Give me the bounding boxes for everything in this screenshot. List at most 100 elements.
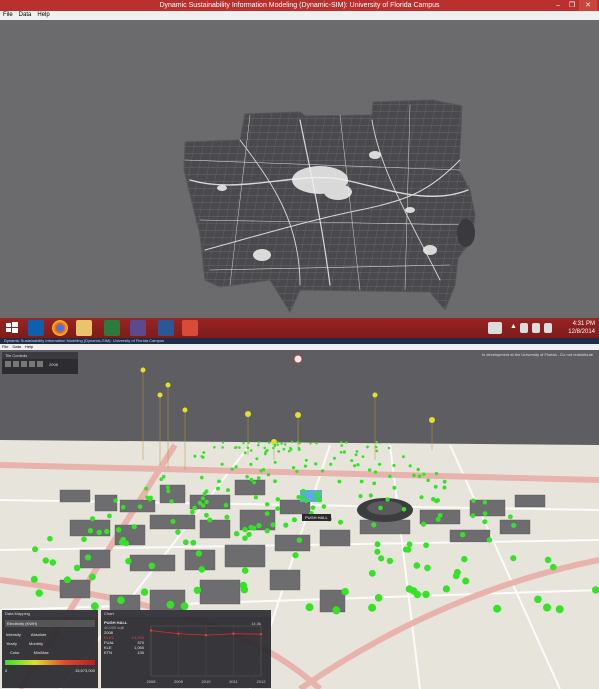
building-energy-marker[interactable]: [402, 546, 409, 553]
building-energy-marker[interactable]: [462, 577, 470, 585]
building-energy-marker[interactable]: [242, 535, 248, 541]
windows-start-icon[interactable]: [4, 320, 20, 336]
building-energy-marker[interactable]: [243, 451, 247, 455]
building-energy-marker[interactable]: [90, 602, 99, 611]
building-energy-marker[interactable]: [534, 595, 542, 604]
building-energy-marker[interactable]: [202, 451, 206, 454]
building-energy-marker[interactable]: [247, 441, 250, 444]
building-energy-marker[interactable]: [422, 472, 426, 476]
building-energy-marker[interactable]: [486, 537, 493, 543]
building-energy-marker[interactable]: [90, 516, 95, 522]
building-energy-marker[interactable]: [423, 542, 429, 549]
building-energy-marker[interactable]: [377, 462, 382, 466]
building-energy-marker[interactable]: [291, 466, 296, 470]
building-energy-marker[interactable]: [555, 605, 564, 614]
building-energy-marker[interactable]: [329, 462, 333, 466]
building-energy-marker[interactable]: [282, 447, 286, 451]
building-energy-marker[interactable]: [200, 503, 206, 508]
building-energy-marker[interactable]: [195, 550, 202, 557]
building-energy-marker[interactable]: [104, 528, 110, 535]
building-energy-marker[interactable]: [192, 505, 197, 511]
building-energy-marker[interactable]: [49, 559, 56, 566]
building-energy-marker[interactable]: [266, 473, 271, 477]
building-energy-marker[interactable]: [73, 564, 81, 572]
metric-select[interactable]: Electricity (KWH): [5, 620, 95, 627]
building-energy-marker[interactable]: [249, 449, 253, 452]
building-energy-marker[interactable]: [424, 564, 431, 572]
building-energy-marker[interactable]: [273, 443, 276, 446]
building-energy-marker[interactable]: [482, 519, 488, 525]
building-energy-marker[interactable]: [276, 441, 279, 444]
building-energy-marker[interactable]: [314, 462, 318, 466]
building-energy-marker[interactable]: [276, 443, 279, 446]
building-energy-marker[interactable]: [433, 484, 438, 489]
absolute-radio[interactable]: Absolute: [31, 632, 47, 637]
building-energy-marker[interactable]: [257, 441, 261, 444]
building-energy-marker[interactable]: [511, 522, 517, 528]
building-energy-marker[interactable]: [508, 514, 513, 520]
building-energy-marker[interactable]: [368, 569, 376, 577]
campus-3d-viewport[interactable]: In development at the University of Flor…: [0, 350, 599, 689]
building-energy-marker[interactable]: [221, 446, 224, 449]
building-energy-marker[interactable]: [233, 531, 240, 537]
building-energy-marker[interactable]: [359, 479, 364, 484]
skip-back-icon[interactable]: [5, 361, 11, 367]
skip-forward-icon[interactable]: [37, 361, 43, 367]
building-energy-marker[interactable]: [148, 495, 153, 500]
map-viewport[interactable]: [0, 20, 599, 318]
chrome-icon[interactable]: [52, 320, 68, 336]
building-energy-marker[interactable]: [550, 563, 557, 571]
building-energy-marker[interactable]: [374, 445, 378, 449]
flag-icon[interactable]: [520, 323, 528, 333]
building-energy-marker[interactable]: [350, 459, 354, 463]
building-energy-marker[interactable]: [309, 442, 312, 445]
building-energy-marker[interactable]: [435, 517, 441, 522]
menu-data[interactable]: Data: [16, 11, 35, 20]
building-energy-marker[interactable]: [213, 446, 216, 449]
chart-point[interactable]: [259, 632, 263, 636]
building-energy-marker[interactable]: [96, 529, 102, 536]
app-paint-icon[interactable]: [182, 320, 198, 336]
building-energy-marker[interactable]: [123, 540, 129, 547]
building-energy-marker[interactable]: [412, 473, 416, 478]
building-energy-marker[interactable]: [292, 552, 299, 559]
building-energy-marker[interactable]: [367, 468, 372, 472]
building-energy-marker[interactable]: [234, 465, 238, 469]
building-energy-marker[interactable]: [437, 512, 443, 518]
building-energy-marker[interactable]: [200, 475, 204, 480]
keyboard-icon[interactable]: [488, 322, 502, 334]
building-energy-marker[interactable]: [32, 546, 39, 553]
building-energy-marker[interactable]: [84, 554, 92, 561]
building-energy-marker[interactable]: [304, 458, 308, 462]
building-energy-marker[interactable]: [63, 576, 71, 584]
building-energy-marker[interactable]: [291, 517, 297, 523]
building-energy-marker[interactable]: [434, 498, 439, 504]
building-energy-marker[interactable]: [113, 498, 118, 503]
building-energy-marker[interactable]: [374, 541, 381, 548]
building-energy-marker[interactable]: [253, 495, 258, 500]
building-energy-marker[interactable]: [248, 524, 254, 530]
building-energy-marker[interactable]: [470, 513, 476, 519]
building-energy-marker[interactable]: [510, 555, 517, 562]
menu-file[interactable]: File: [0, 11, 16, 20]
close-button[interactable]: ✕: [579, 0, 597, 11]
building-energy-marker[interactable]: [392, 485, 397, 490]
building-energy-marker[interactable]: [175, 529, 181, 535]
app-green-icon[interactable]: [104, 320, 120, 336]
building-energy-marker[interactable]: [116, 527, 122, 533]
building-energy-marker[interactable]: [310, 505, 316, 510]
building-energy-marker[interactable]: [137, 504, 143, 509]
building-energy-marker[interactable]: [166, 600, 175, 609]
building-energy-marker[interactable]: [89, 573, 96, 581]
building-energy-marker[interactable]: [180, 602, 189, 610]
building-energy-marker[interactable]: [277, 450, 281, 453]
building-energy-marker[interactable]: [301, 488, 306, 493]
building-energy-marker[interactable]: [358, 494, 363, 499]
tray-arrow-icon[interactable]: ▲: [510, 323, 518, 333]
building-energy-marker[interactable]: [120, 504, 126, 510]
building-energy-marker[interactable]: [388, 474, 392, 479]
building-energy-marker[interactable]: [224, 514, 230, 520]
building-energy-marker[interactable]: [482, 511, 488, 516]
outlook-icon[interactable]: [28, 320, 44, 336]
building-energy-marker[interactable]: [315, 495, 320, 501]
